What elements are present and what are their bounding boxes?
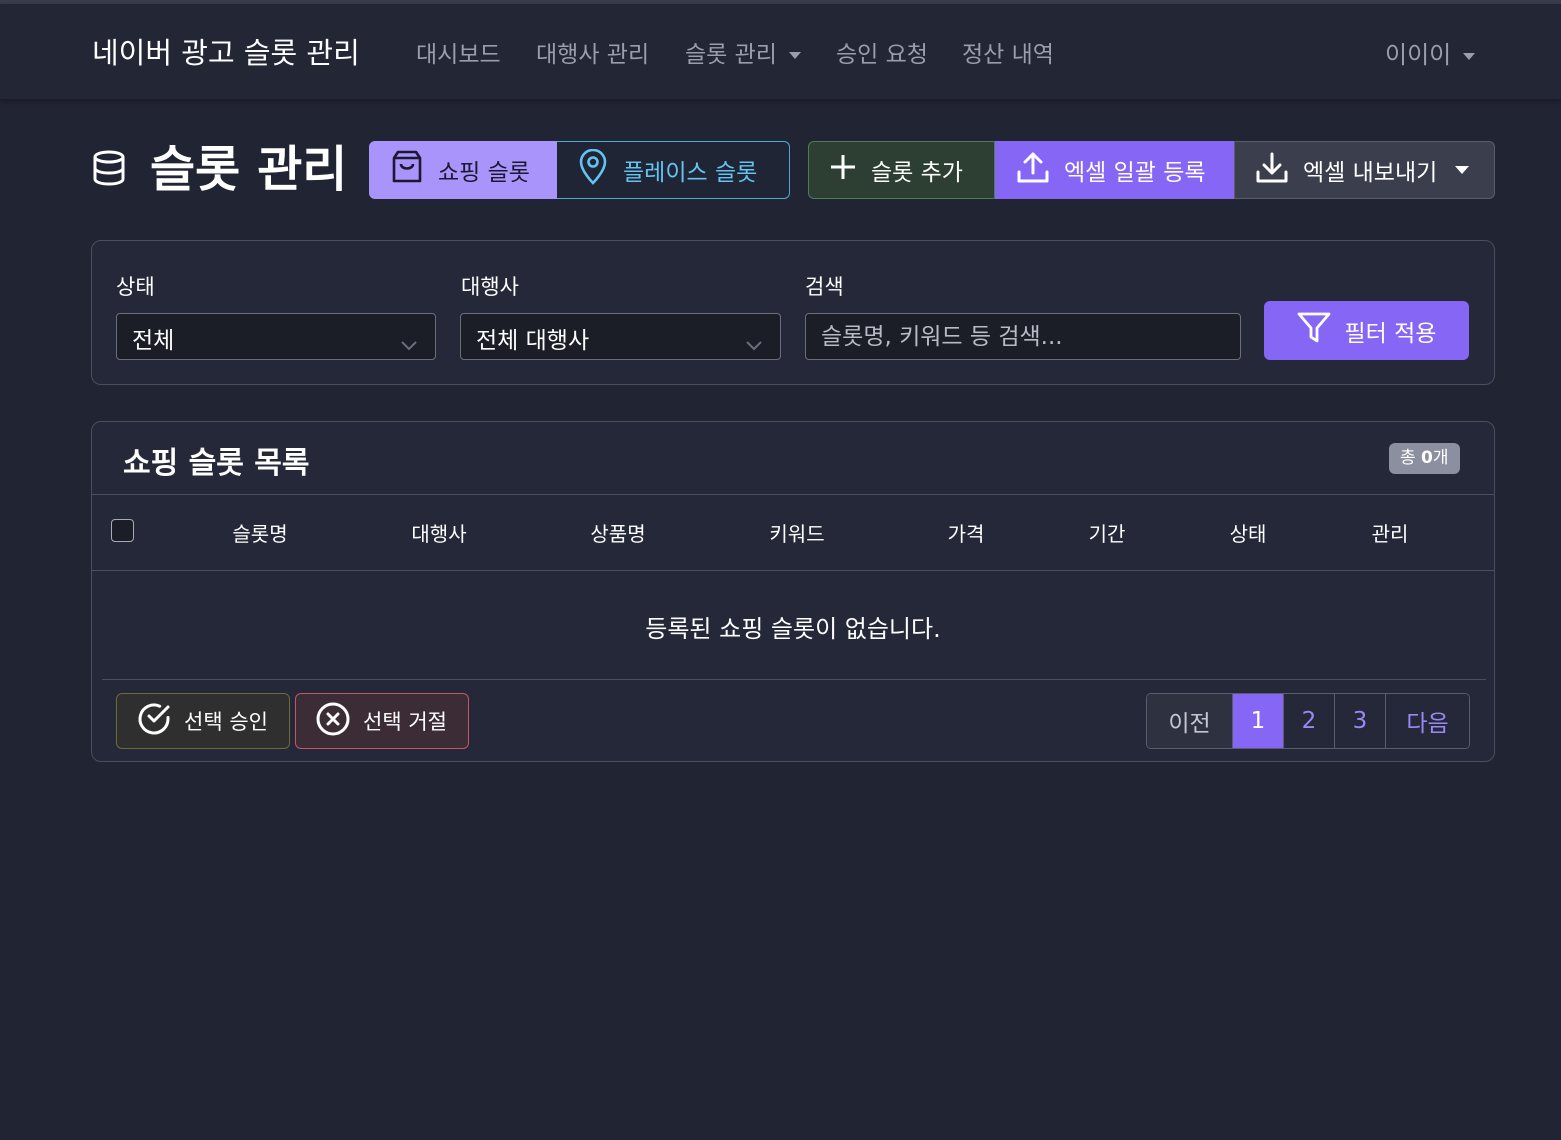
divider — [92, 494, 1494, 495]
page-title: 슬롯 관리 — [150, 141, 348, 198]
list-title: 쇼핑 슬롯 목록 — [123, 446, 310, 481]
excel-upload-button[interactable]: 엑셀 일괄 등록 — [995, 141, 1234, 199]
download-icon — [1255, 150, 1289, 190]
excel-export-button[interactable]: 엑셀 내보내기 — [1234, 141, 1495, 199]
divider — [92, 570, 1494, 571]
bulk-approve-button[interactable]: 선택 승인 — [116, 693, 290, 749]
column-header-agency[interactable]: 대행사 — [411, 518, 466, 547]
count-prefix: 총 — [1400, 448, 1422, 468]
count-value: 0 — [1421, 448, 1433, 468]
search-input[interactable] — [805, 313, 1241, 360]
shopping-bag-icon — [390, 149, 424, 191]
plus-icon — [829, 153, 857, 187]
agency-filter-label: 대행사 — [461, 275, 519, 299]
nav-item-slots[interactable]: 슬롯 관리 — [685, 35, 801, 69]
add-slot-button[interactable]: 슬롯 추가 — [808, 141, 995, 199]
count-badge: 총 0개 — [1389, 443, 1460, 474]
filter-icon — [1297, 312, 1331, 350]
nav-item-slots-label: 슬롯 관리 — [685, 42, 777, 68]
nav-item-dashboard[interactable]: 대시보드 — [416, 35, 501, 69]
apply-filter-label: 필터 적용 — [1344, 320, 1437, 347]
caret-down-icon — [1455, 166, 1470, 174]
nav-item-approvals[interactable]: 승인 요청 — [836, 35, 928, 69]
agency-select[interactable]: 전체 대행사 — [460, 313, 781, 360]
slot-list-panel: 쇼핑 슬롯 목록 총 0개 슬롯명 대행사 상품명 키워드 가격 기간 상태 관… — [91, 421, 1495, 762]
pagination-page[interactable]: 3 — [1334, 694, 1385, 748]
add-slot-label: 슬롯 추가 — [871, 160, 963, 186]
user-name: 이이이 — [1385, 41, 1452, 69]
apply-filter-button[interactable]: 필터 적용 — [1264, 301, 1469, 360]
column-header-status[interactable]: 상태 — [1230, 518, 1267, 547]
search-label: 검색 — [805, 275, 844, 299]
tab-place-label: 플레이스 슬롯 — [623, 160, 758, 186]
bulk-approve-label: 선택 승인 — [184, 710, 268, 734]
column-header-period[interactable]: 기간 — [1089, 518, 1126, 547]
map-pin-icon — [577, 148, 609, 191]
agency-select-value: 전체 대행사 — [476, 328, 590, 354]
navbar: 네이버 광고 슬롯 관리 대시보드 대행사 관리 슬롯 관리 승인 요청 정산 … — [0, 4, 1561, 100]
x-circle-icon — [315, 701, 351, 742]
excel-export-label: 엑셀 내보내기 — [1303, 160, 1438, 186]
check-circle-icon — [136, 701, 172, 742]
pagination: 이전 1 2 3 다음 — [1146, 693, 1470, 749]
action-buttons: 슬롯 추가 엑셀 일괄 등록 엑셀 내보내기 — [808, 141, 1495, 199]
tab-shopping-slots[interactable]: 쇼핑 슬롯 — [369, 141, 557, 199]
nav-item-agencies[interactable]: 대행사 관리 — [536, 35, 649, 69]
column-header-price[interactable]: 가격 — [948, 518, 985, 547]
pagination-page[interactable]: 2 — [1283, 694, 1334, 748]
status-select[interactable]: 전체 — [116, 313, 436, 360]
bulk-reject-button[interactable]: 선택 거절 — [295, 693, 469, 749]
column-header-manage: 관리 — [1371, 522, 1409, 546]
column-header-slot-name[interactable]: 슬롯명 — [232, 518, 287, 547]
tab-place-slots[interactable]: 플레이스 슬롯 — [557, 141, 790, 199]
count-suffix: 개 — [1432, 448, 1449, 468]
chevron-down-icon — [746, 331, 762, 357]
nav-item-settlements[interactable]: 정산 내역 — [962, 35, 1054, 69]
database-icon — [92, 150, 126, 190]
divider — [102, 679, 1486, 680]
status-filter-label: 상태 — [116, 275, 155, 299]
upload-icon — [1016, 150, 1050, 190]
column-header-product[interactable]: 상품명 — [590, 518, 645, 547]
filter-panel: 상태 전체 대행사 전체 대행사 검색 필터 적용 — [91, 240, 1495, 385]
select-all-checkbox[interactable] — [111, 519, 134, 542]
caret-down-icon — [1463, 52, 1476, 60]
pagination-prev[interactable]: 이전 — [1147, 694, 1232, 748]
bulk-reject-label: 선택 거절 — [363, 710, 447, 734]
chevron-down-icon — [401, 331, 417, 357]
user-menu[interactable]: 이이이 — [1385, 35, 1476, 70]
excel-upload-label: 엑셀 일괄 등록 — [1064, 160, 1206, 186]
pagination-next[interactable]: 다음 — [1385, 694, 1469, 748]
caret-down-icon — [788, 52, 801, 59]
column-header-keyword[interactable]: 키워드 — [769, 518, 824, 547]
brand-title[interactable]: 네이버 광고 슬롯 관리 — [92, 30, 360, 72]
pagination-page[interactable]: 1 — [1232, 694, 1283, 748]
slot-type-tabs: 쇼핑 슬롯 플레이스 슬롯 — [369, 141, 790, 199]
status-select-value: 전체 — [132, 328, 175, 354]
tab-shopping-label: 쇼핑 슬롯 — [438, 160, 530, 186]
empty-message: 등록된 쇼핑 슬롯이 없습니다. — [645, 615, 941, 643]
